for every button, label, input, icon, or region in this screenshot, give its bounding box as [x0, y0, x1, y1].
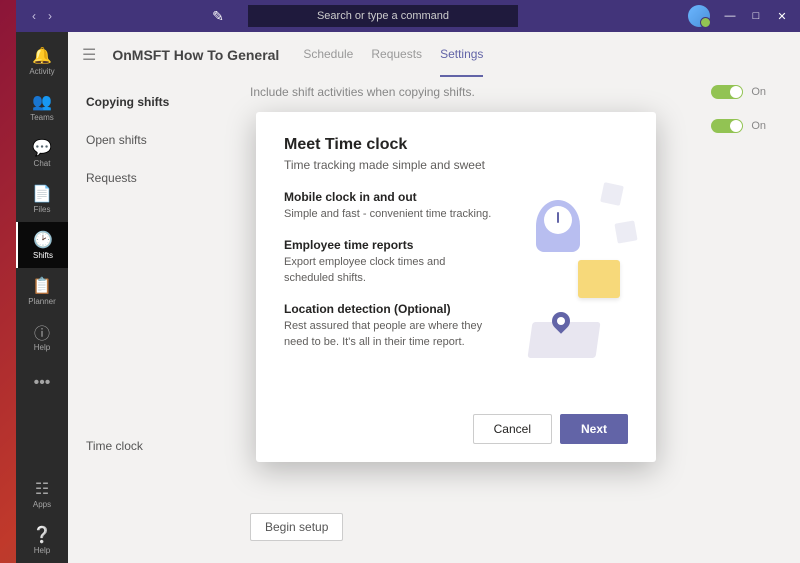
nav-forward-icon[interactable]: ›: [48, 9, 52, 23]
file-icon: 📄: [32, 185, 52, 203]
page-title: OnMSFT How To General: [112, 47, 279, 63]
rail-help-bottom[interactable]: ❔ Help: [16, 517, 68, 563]
nav-back-icon[interactable]: ‹: [32, 9, 36, 23]
feature-desc: Export employee clock times and schedule…: [284, 255, 494, 286]
close-icon[interactable]: ✕: [776, 10, 788, 23]
people-icon: 👥: [32, 93, 52, 111]
planner-icon: 📋: [32, 277, 52, 295]
hamburger-icon[interactable]: ☰: [82, 45, 96, 65]
help-icon: ⓘ: [34, 323, 50, 341]
toggle-open-shifts[interactable]: [711, 119, 743, 133]
rail-apps[interactable]: ☷ Apps: [16, 471, 68, 517]
rail-activity[interactable]: 🔔 Activity: [16, 38, 68, 84]
chat-icon: 💬: [32, 139, 52, 157]
toggle-label: On: [751, 86, 766, 98]
app-rail: 🔔 Activity 👥 Teams 💬 Chat 📄 Files 🕑 Shifts 📋 P…: [16, 32, 68, 563]
search-input[interactable]: [248, 5, 518, 27]
next-button[interactable]: Next: [560, 414, 628, 444]
tab-schedule[interactable]: Schedule: [303, 33, 353, 77]
time-clock-modal: Meet Time clock Time tracking made simpl…: [256, 112, 656, 462]
sticky-note-icon: [578, 260, 620, 298]
cancel-button[interactable]: Cancel: [473, 414, 552, 444]
feature-desc: Simple and fast - convenient time tracki…: [284, 207, 494, 222]
app-window: ‹ › ✎ — □ ✕ 🔔 Activity 👥 Teams 💬 Chat 📄 File…: [16, 0, 800, 563]
location-pin-icon: [550, 312, 572, 342]
rail-label: Activity: [29, 67, 54, 76]
tab-settings[interactable]: Settings: [440, 33, 483, 77]
rail-more[interactable]: •••: [16, 360, 68, 406]
sidebar-item-requests[interactable]: Requests: [82, 159, 230, 197]
sidebar-item-copying[interactable]: Copying shifts: [82, 83, 230, 121]
rail-label: Apps: [33, 500, 51, 509]
apps-icon: ☷: [35, 480, 49, 498]
minimize-icon[interactable]: —: [724, 10, 736, 22]
clock-illustration-icon: [536, 200, 580, 252]
rail-planner[interactable]: 📋 Planner: [16, 268, 68, 314]
rail-files[interactable]: 📄 Files: [16, 176, 68, 222]
rail-label: Chat: [34, 159, 51, 168]
rail-shifts[interactable]: 🕑 Shifts: [16, 222, 68, 268]
bell-icon: 🔔: [32, 47, 52, 65]
modal-subtitle: Time tracking made simple and sweet: [284, 158, 628, 172]
toggle-label: On: [751, 120, 766, 132]
rail-help[interactable]: ⓘ Help: [16, 314, 68, 360]
rail-label: Help: [34, 546, 50, 555]
setting-copy-text: Include shift activities when copying sh…: [250, 85, 475, 99]
help-icon: ❔: [32, 526, 52, 544]
rail-label: Teams: [30, 113, 54, 122]
sidebar-item-openshifts[interactable]: Open shifts: [82, 121, 230, 159]
feature-desc: Rest assured that people are where they …: [284, 319, 494, 350]
page-header: ☰ OnMSFT How To General Schedule Request…: [68, 32, 800, 77]
more-icon: •••: [34, 374, 51, 392]
modal-illustration: [522, 182, 632, 362]
rail-label: Files: [34, 205, 51, 214]
rail-label: Help: [34, 343, 50, 352]
titlebar: ‹ › ✎ — □ ✕: [16, 0, 800, 32]
modal-title: Meet Time clock: [284, 136, 628, 154]
avatar[interactable]: [688, 5, 710, 27]
clock-icon: 🕑: [33, 231, 53, 249]
rail-chat[interactable]: 💬 Chat: [16, 130, 68, 176]
rail-label: Shifts: [33, 251, 53, 260]
settings-sidebar: Copying shifts Open shifts Requests Time…: [82, 77, 230, 549]
toggle-copy-activities[interactable]: [711, 85, 743, 99]
maximize-icon[interactable]: □: [750, 10, 762, 22]
rail-label: Planner: [28, 297, 56, 306]
begin-setup-button[interactable]: Begin setup: [250, 513, 343, 541]
sidebar-item-timeclock[interactable]: Time clock: [82, 427, 230, 465]
tab-requests[interactable]: Requests: [371, 33, 422, 77]
compose-icon[interactable]: ✎: [208, 8, 228, 25]
rail-teams[interactable]: 👥 Teams: [16, 84, 68, 130]
